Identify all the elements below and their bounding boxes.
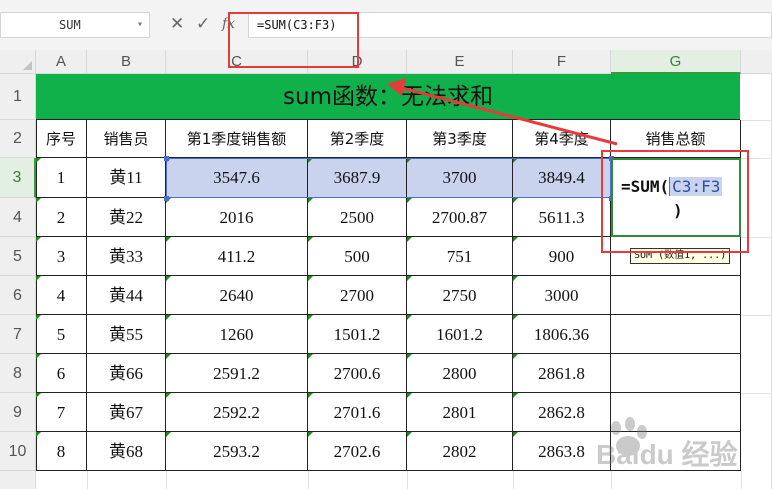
baidu-watermark-logo: Baidu 经验 [596, 417, 738, 470]
watermark-text: Baidu 经验 [596, 438, 738, 470]
